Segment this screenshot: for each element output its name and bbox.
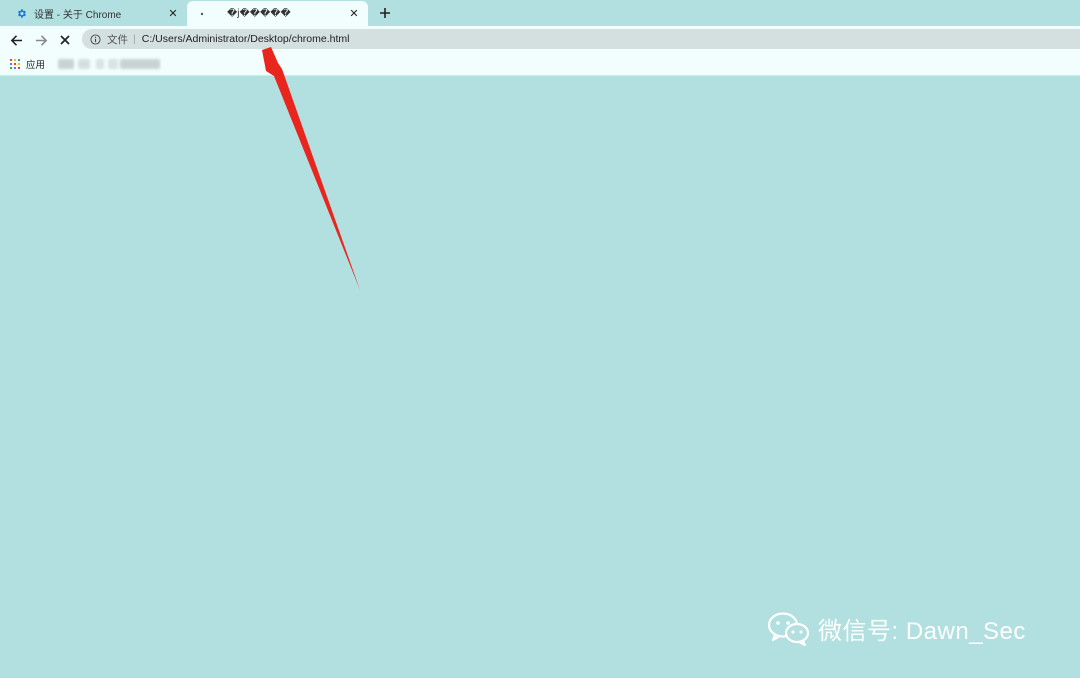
url-scheme-label: 文件 — [107, 33, 128, 46]
apps-label: 应用 — [26, 60, 46, 71]
bookmarks-bar: 应用 — [0, 53, 1080, 76]
arrow-right-icon — [35, 34, 47, 46]
settings-gear-icon — [14, 7, 28, 21]
tab-title: 设置 - 关于 Chrome — [34, 10, 122, 21]
close-tab-icon[interactable]: ✕ — [346, 6, 362, 22]
tab-chrome-html[interactable]: �j����� ✕ — [187, 1, 368, 26]
plus-icon — [380, 8, 390, 18]
apps-grid-icon — [10, 59, 20, 69]
blurred-bookmark[interactable] — [58, 57, 162, 71]
watermark-text: 微信号: Dawn_Sec — [818, 617, 1026, 645]
close-icon — [60, 35, 70, 45]
tab-settings-about-chrome[interactable]: 设置 - 关于 Chrome ✕ — [0, 1, 187, 26]
url-separator: | — [133, 33, 136, 45]
url-text: C:/Users/Administrator/Desktop/chrome.ht… — [141, 33, 350, 45]
toolbar: 文件 | C:/Users/Administrator/Desktop/chro… — [0, 26, 1080, 53]
stop-loading-button[interactable] — [54, 29, 76, 51]
page-content — [0, 77, 1080, 678]
browser-window: 设置 - 关于 Chrome ✕ �j����� ✕ 文件 | C:/Users… — [0, 0, 1080, 678]
wechat-watermark: 微信号: Dawn_Sec — [766, 610, 1026, 646]
forward-button[interactable] — [30, 29, 52, 51]
loading-icon — [195, 7, 209, 21]
new-tab-button[interactable] — [376, 4, 394, 22]
tab-strip: 设置 - 关于 Chrome ✕ �j����� ✕ — [0, 0, 1080, 26]
wechat-icon — [767, 612, 810, 646]
apps-shortcut[interactable]: 应用 — [10, 57, 45, 71]
back-button[interactable] — [5, 29, 27, 51]
address-bar[interactable]: 文件 | C:/Users/Administrator/Desktop/chro… — [82, 29, 1080, 49]
arrow-left-icon — [10, 34, 22, 46]
close-tab-icon[interactable]: ✕ — [165, 6, 181, 22]
tab-title: �j����� — [227, 8, 291, 19]
info-icon[interactable] — [89, 33, 101, 45]
